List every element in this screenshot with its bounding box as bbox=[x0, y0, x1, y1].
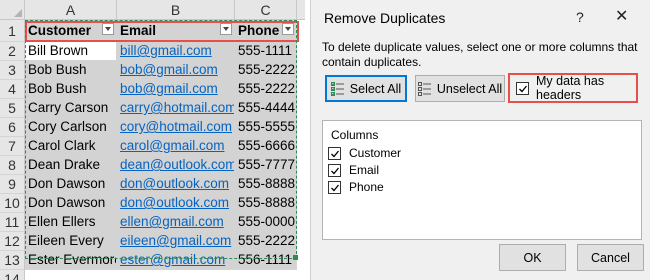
email-cell[interactable]: don@outlook.com bbox=[117, 175, 235, 194]
customer-cell[interactable]: Eileen Every bbox=[25, 232, 117, 251]
phone-cell[interactable]: 555-4444 bbox=[235, 99, 297, 118]
email-cell[interactable]: ester@gmail.com bbox=[117, 251, 235, 270]
row-header[interactable]: 3 bbox=[0, 61, 25, 80]
customer-cell[interactable]: Don Dawson bbox=[25, 194, 117, 213]
column-option-label: Phone bbox=[349, 180, 384, 194]
column-header-b[interactable]: B bbox=[117, 0, 235, 20]
spreadsheet: A B C 1 Customer Email Phone 2 Bill Brown… bbox=[0, 0, 305, 280]
select-all-icon bbox=[330, 81, 344, 96]
dialog-title: Remove Duplicates bbox=[324, 10, 446, 26]
row-header[interactable]: 11 bbox=[0, 213, 25, 232]
email-cell[interactable]: eileen@gmail.com bbox=[117, 232, 235, 251]
row-header[interactable]: 9 bbox=[0, 175, 25, 194]
phone-cell[interactable]: 555-5555 bbox=[235, 118, 297, 137]
row-header[interactable]: 7 bbox=[0, 137, 25, 156]
phone-cell[interactable]: 555-6666 bbox=[235, 137, 297, 156]
phone-cell[interactable]: 555-1111 bbox=[235, 42, 297, 61]
customer-cell[interactable]: Cory Carlson bbox=[25, 118, 117, 137]
customer-cell[interactable]: Bill Brown bbox=[25, 42, 117, 61]
email-cell[interactable]: dean@outlook.com bbox=[117, 156, 235, 175]
email-cell[interactable]: bob@gmail.com bbox=[117, 61, 235, 80]
columns-list: Columns Customer Email Phone bbox=[322, 120, 642, 240]
email-cell[interactable]: ellen@gmail.com bbox=[117, 213, 235, 232]
unselect-all-button[interactable]: Unselect All bbox=[415, 75, 505, 102]
email-cell[interactable]: bill@gmail.com bbox=[117, 42, 235, 61]
my-data-has-headers-checkbox[interactable]: My data has headers bbox=[508, 73, 638, 103]
column-header-c[interactable]: C bbox=[235, 0, 297, 20]
my-data-has-headers-label: My data has headers bbox=[536, 74, 605, 102]
row-header[interactable]: 12 bbox=[0, 232, 25, 251]
column-option-phone[interactable]: Phone bbox=[328, 180, 384, 194]
select-all-corner[interactable] bbox=[0, 0, 25, 20]
row-header[interactable]: 14 bbox=[0, 270, 25, 280]
checkbox-checked-icon[interactable] bbox=[516, 81, 529, 95]
checkbox-checked-icon[interactable] bbox=[328, 163, 341, 177]
ok-button[interactable]: OK bbox=[499, 244, 566, 271]
phone-cell[interactable]: 555-0000 bbox=[235, 213, 297, 232]
checkbox-checked-icon[interactable] bbox=[328, 180, 341, 194]
select-all-button[interactable]: Select All bbox=[325, 75, 407, 102]
email-cell[interactable]: don@outlook.com bbox=[117, 194, 235, 213]
customer-cell[interactable]: Carol Clark bbox=[25, 137, 117, 156]
header-row-highlight bbox=[25, 21, 299, 42]
customer-cell[interactable]: Bob Bush bbox=[25, 80, 117, 99]
row-header[interactable]: 6 bbox=[0, 118, 25, 137]
phone-cell[interactable]: 555-7777 bbox=[235, 156, 297, 175]
row-header[interactable]: 1 bbox=[0, 20, 25, 42]
select-all-label: Select All bbox=[349, 81, 402, 96]
phone-cell[interactable]: 555-2222 bbox=[235, 80, 297, 99]
column-header-a[interactable]: A bbox=[25, 0, 117, 20]
column-option-email[interactable]: Email bbox=[328, 163, 379, 177]
phone-cell[interactable]: 556-1111 bbox=[235, 251, 297, 270]
phone-cell[interactable]: 555-2222 bbox=[235, 61, 297, 80]
remove-duplicates-dialog: Remove Duplicates ? ✕ To delete duplicat… bbox=[310, 0, 650, 280]
row-header[interactable]: 8 bbox=[0, 156, 25, 175]
customer-cell[interactable]: Don Dawson bbox=[25, 175, 117, 194]
email-cell[interactable]: carry@hotmail.com bbox=[117, 99, 235, 118]
row-header[interactable]: 2 bbox=[0, 42, 25, 61]
column-option-label: Email bbox=[349, 163, 380, 177]
customer-cell[interactable]: Ester Evermore bbox=[25, 251, 117, 270]
customer-cell[interactable]: Dean Drake bbox=[25, 156, 117, 175]
column-header-d[interactable] bbox=[297, 0, 305, 20]
column-option-customer[interactable]: Customer bbox=[328, 146, 401, 160]
dialog-description: To delete duplicate values, select one o… bbox=[322, 40, 638, 69]
unselect-all-label: Unselect All bbox=[436, 81, 503, 96]
customer-cell[interactable]: Bob Bush bbox=[25, 61, 117, 80]
checkbox-checked-icon[interactable] bbox=[328, 146, 341, 160]
unselect-all-icon bbox=[417, 81, 431, 96]
columns-title: Columns bbox=[331, 128, 379, 142]
help-button[interactable]: ? bbox=[576, 9, 584, 25]
email-cell[interactable]: cory@hotmail.com bbox=[117, 118, 235, 137]
email-cell[interactable]: bob@gmail.com bbox=[117, 80, 235, 99]
fill-handle[interactable] bbox=[293, 255, 298, 260]
column-option-label: Customer bbox=[349, 146, 402, 160]
phone-cell[interactable]: 555-8888 bbox=[235, 175, 297, 194]
close-icon[interactable]: ✕ bbox=[615, 6, 628, 26]
row-header[interactable]: 10 bbox=[0, 194, 25, 213]
cancel-button[interactable]: Cancel bbox=[577, 244, 644, 271]
customer-cell[interactable]: Carry Carson bbox=[25, 99, 117, 118]
row-header[interactable]: 4 bbox=[0, 80, 25, 99]
customer-cell[interactable]: Ellen Ellers bbox=[25, 213, 117, 232]
phone-cell[interactable]: 555-8888 bbox=[235, 194, 297, 213]
phone-cell[interactable]: 555-2222 bbox=[235, 232, 297, 251]
row-header[interactable]: 13 bbox=[0, 251, 25, 270]
row-header[interactable]: 5 bbox=[0, 99, 25, 118]
email-cell[interactable]: carol@gmail.com bbox=[117, 137, 235, 156]
